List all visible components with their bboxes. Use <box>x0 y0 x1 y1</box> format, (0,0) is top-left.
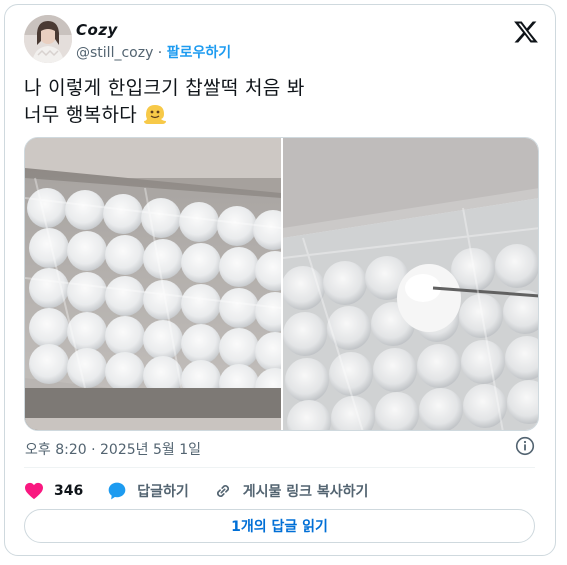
reply-label: 답글하기 <box>137 484 189 500</box>
heart-icon <box>25 482 43 500</box>
x-logo-icon[interactable] <box>513 19 539 45</box>
tweet-header: Cozy @still_cozy · 팔로우하기 <box>24 15 541 67</box>
reply-bubble-icon <box>108 482 126 500</box>
avatar[interactable] <box>24 15 72 63</box>
melting-face-icon <box>143 103 167 133</box>
tweet-text-line-1: 나 이렇게 한입크기 찹쌀떡 처음 봐 <box>24 77 305 99</box>
tweet-timestamp[interactable]: 오후 8:20 · 2025년 5월 1일 <box>25 439 201 459</box>
link-icon <box>216 485 229 497</box>
display-name[interactable]: Cozy <box>76 21 231 39</box>
tweet-text-line-2: 너무 행복하다 <box>24 102 535 133</box>
author-names: Cozy @still_cozy · 팔로우하기 <box>76 21 231 62</box>
info-icon[interactable] <box>515 436 535 456</box>
divider <box>24 467 535 468</box>
tweet-text: 나 이렇게 한입크기 찹쌀떡 처음 봐 너무 행복하다 <box>24 75 535 133</box>
action-bar: 346 답글하기 게시물 링크 복사하기 <box>24 477 392 505</box>
photo-1[interactable] <box>25 138 295 430</box>
reply-button[interactable]: 답글하기 <box>107 481 189 501</box>
handle-row: @still_cozy · 팔로우하기 <box>76 42 231 62</box>
separator: · <box>153 45 167 61</box>
like-count: 346 <box>54 483 84 499</box>
photo-2[interactable] <box>281 138 538 430</box>
copy-link-label: 게시물 링크 복사하기 <box>242 484 369 500</box>
tweet-text-line-2-text: 너무 행복하다 <box>24 104 138 126</box>
like-button[interactable]: 346 <box>24 482 83 500</box>
media-grid <box>24 137 539 431</box>
tweet-card: Cozy @still_cozy · 팔로우하기 나 이렇게 한입크기 찹쌀떡 … <box>4 4 556 556</box>
read-replies-button[interactable]: 1개의 답글 읽기 <box>24 509 535 543</box>
copy-link-button[interactable]: 게시물 링크 복사하기 <box>213 481 369 501</box>
follow-button[interactable]: 팔로우하기 <box>167 45 231 61</box>
handle[interactable]: @still_cozy <box>76 45 153 61</box>
